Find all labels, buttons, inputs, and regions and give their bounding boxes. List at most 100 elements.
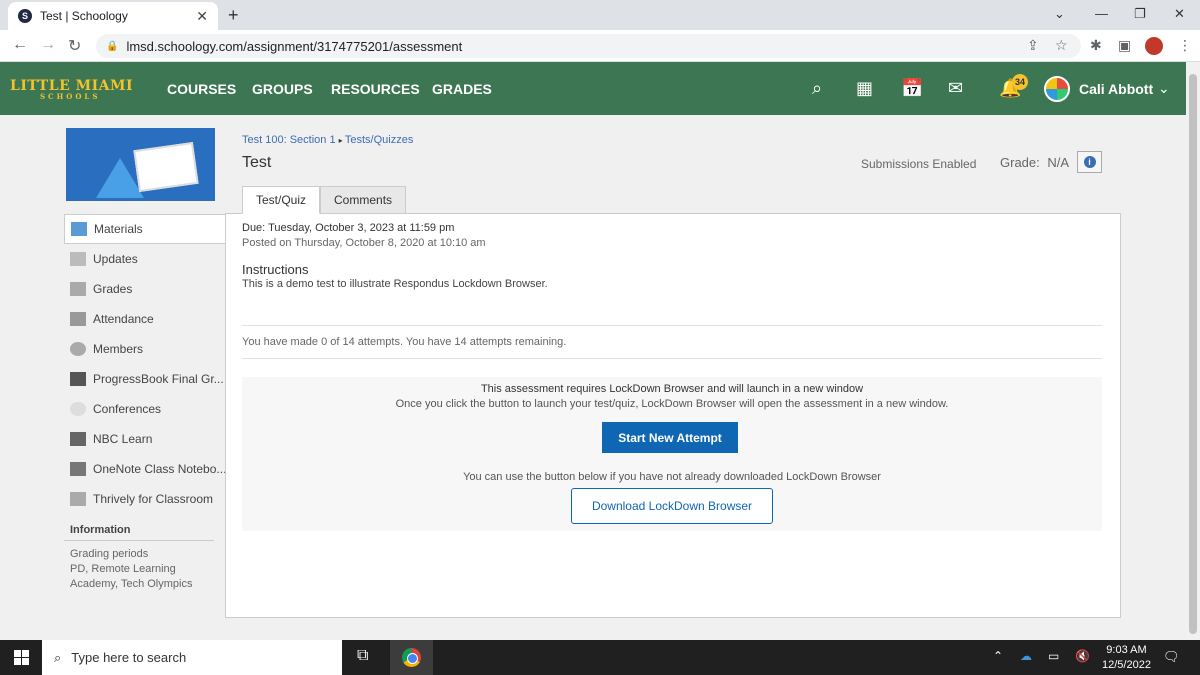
taskbar-clock[interactable]: 9:03 AM 12/5/2022 <box>1102 643 1151 673</box>
side-panel-icon[interactable]: ▣ <box>1118 37 1131 54</box>
sidebar-item-onenote[interactable]: OneNote Class Notebo... <box>64 454 225 484</box>
windows-start-icon[interactable] <box>14 650 29 665</box>
sidebar-item-updates[interactable]: Updates <box>64 244 225 274</box>
tab-title: Test | Schoology <box>40 9 128 23</box>
url-text: lmsd.schoology.com/assignment/3174775201… <box>126 38 463 54</box>
browser-tab-strip: S Test | Schoology ✕ + ⌄ — ❐ ✕ <box>0 0 1200 30</box>
download-note: You can use the button below if you have… <box>463 471 881 483</box>
sidebar-item-members[interactable]: Members <box>64 334 225 364</box>
close-tab-icon[interactable]: ✕ <box>196 8 208 25</box>
sidebar-item-label: Thrively for Classroom <box>93 492 214 506</box>
grade-value: N/A <box>1047 155 1070 170</box>
sidebar-item-progressbook[interactable]: ProgressBook Final Gr... <box>64 364 225 394</box>
task-view-icon[interactable]: ⧉ <box>357 647 368 665</box>
information-heading: Information <box>64 524 214 541</box>
sidebar-item-label: OneNote Class Notebo... <box>93 462 225 476</box>
tab-search-chevron-icon[interactable]: ⌄ <box>1054 6 1065 22</box>
sidebar-item-grades[interactable]: Grades <box>64 274 225 304</box>
onenote-icon <box>70 462 86 476</box>
lock-icon: 🔒 <box>106 40 119 52</box>
nav-grades[interactable]: GRADES <box>432 81 492 97</box>
nav-courses[interactable]: COURSES <box>167 81 236 97</box>
profile-avatar-icon[interactable] <box>1145 37 1163 55</box>
browser-tab[interactable]: S Test | Schoology ✕ <box>8 2 218 30</box>
apps-grid-icon[interactable]: ▦ <box>856 78 873 99</box>
user-avatar[interactable] <box>1044 76 1070 102</box>
chrome-taskbar-icon[interactable] <box>390 640 433 675</box>
instructions-heading: Instructions <box>242 262 309 277</box>
tab-comments[interactable]: Comments <box>320 186 407 214</box>
tray-expand-icon[interactable]: ⌃ <box>993 649 1003 663</box>
url-field[interactable]: 🔒 lmsd.schoology.com/assignment/31747752… <box>96 34 1081 58</box>
info-icon: i <box>1083 156 1096 168</box>
sidebar-item-label: Grades <box>93 282 133 296</box>
due-date: Due: Tuesday, October 3, 2023 at 11:59 p… <box>242 222 455 234</box>
posted-date: Posted on Thursday, October 8, 2020 at 1… <box>242 237 486 249</box>
sidebar-item-thrively[interactable]: Thrively for Classroom <box>64 484 225 514</box>
divider <box>242 325 1102 326</box>
lockdown-description: Once you click the button to launch your… <box>395 398 949 410</box>
forward-icon[interactable]: → <box>40 36 56 54</box>
bookmark-star-icon[interactable]: ☆ <box>1055 37 1068 54</box>
grading-periods-label: Grading periods <box>70 548 149 560</box>
page-body: Materials Updates Grades Attendance Memb… <box>0 115 1186 640</box>
attendance-icon <box>70 312 86 326</box>
download-lockdown-button[interactable]: Download LockDown Browser <box>571 488 773 524</box>
grade-label: Grade: <box>1000 155 1040 170</box>
nav-resources[interactable]: RESOURCES <box>331 81 420 97</box>
content-tabs: Test/Quiz Comments <box>242 186 407 214</box>
page-scrollbar[interactable] <box>1186 62 1200 640</box>
sidebar-item-conferences[interactable]: Conferences <box>64 394 225 424</box>
instructions-text: This is a demo test to illustrate Respon… <box>242 278 548 290</box>
schoology-header: LITTLE MIAMI SCHOOLS COURSES GROUPS RESO… <box>0 62 1186 115</box>
sidebar-item-materials[interactable]: Materials <box>64 214 226 244</box>
progressbook-icon <box>70 372 86 386</box>
materials-icon <box>71 222 87 236</box>
sidebar-item-nbc-learn[interactable]: NBC Learn <box>64 424 225 454</box>
course-sidebar: Materials Updates Grades Attendance Memb… <box>64 214 226 592</box>
close-window-icon[interactable]: ✕ <box>1174 6 1185 22</box>
back-icon[interactable]: ← <box>12 36 28 54</box>
calendar-icon[interactable]: 📅 <box>901 78 923 99</box>
restore-icon[interactable]: ❐ <box>1134 6 1146 22</box>
grade-display: Grade: N/A <box>1000 155 1069 170</box>
breadcrumb-section-link[interactable]: Tests/Quizzes <box>345 134 413 146</box>
nav-groups[interactable]: GROUPS <box>252 81 313 97</box>
share-icon[interactable]: ⇪ <box>1027 37 1039 54</box>
attempts-status: You have made 0 of 14 attempts. You have… <box>242 336 567 348</box>
new-tab-icon[interactable]: + <box>228 5 239 26</box>
sidebar-item-label: Updates <box>93 252 138 266</box>
user-menu-chevron-icon[interactable]: ⌄ <box>1158 80 1170 97</box>
battery-icon[interactable]: ▭ <box>1048 649 1059 663</box>
address-bar-row: ← → ↻ 🔒 lmsd.schoology.com/assignment/31… <box>0 30 1200 62</box>
assessment-main: Test 100: Section 1 ▸ Tests/Quizzes Test… <box>225 115 1121 618</box>
user-name[interactable]: Cali Abbott <box>1079 81 1153 97</box>
sidebar-item-attendance[interactable]: Attendance <box>64 304 225 334</box>
submissions-status: Submissions Enabled <box>861 157 977 171</box>
notification-center-icon[interactable]: 🗨 <box>1163 649 1180 665</box>
breadcrumb: Test 100: Section 1 ▸ Tests/Quizzes <box>242 134 413 146</box>
tab-test-quiz[interactable]: Test/Quiz <box>242 186 321 214</box>
taskbar-search-field[interactable]: ⌕ Type here to search <box>42 640 342 675</box>
school-logo[interactable]: LITTLE MIAMI SCHOOLS <box>10 78 133 101</box>
start-new-attempt-button[interactable]: Start New Attempt <box>602 422 738 453</box>
reload-icon[interactable]: ↻ <box>68 36 81 56</box>
volume-muted-icon[interactable]: 🔇 <box>1075 649 1090 663</box>
grade-info-button[interactable]: i <box>1077 151 1102 173</box>
messages-icon[interactable]: ✉ <box>948 78 963 99</box>
lockdown-heading: This assessment requires LockDown Browse… <box>480 383 864 395</box>
minimize-icon[interactable]: — <box>1095 6 1108 21</box>
sidebar-item-label: Conferences <box>93 402 162 416</box>
breadcrumb-course-link[interactable]: Test 100: Section 1 <box>242 134 336 146</box>
sidebar-item-label: Members <box>93 342 144 356</box>
grades-icon <box>70 282 86 296</box>
members-icon <box>70 342 86 356</box>
taskbar-search-placeholder: Type here to search <box>71 650 187 665</box>
onedrive-icon[interactable]: ☁ <box>1020 649 1032 663</box>
search-icon[interactable]: ⌕ <box>812 78 822 99</box>
notification-badge: 34 <box>1012 74 1028 90</box>
windows-taskbar: ⌕ Type here to search ⧉ ⌃ ☁ ▭ 🔇 9:03 AM … <box>0 640 1200 675</box>
extensions-icon[interactable]: ✱ <box>1090 37 1102 54</box>
clock-date: 12/5/2022 <box>1102 659 1151 671</box>
menu-dots-icon[interactable]: ⋮ <box>1178 37 1192 54</box>
